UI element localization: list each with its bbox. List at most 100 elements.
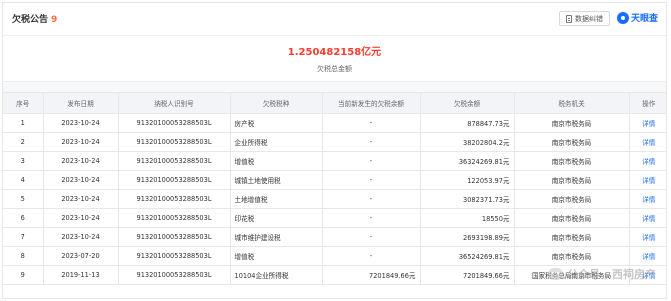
cell-tax-type: 城市维护建设税 xyxy=(230,227,323,247)
cell-new-balance: - xyxy=(322,208,421,228)
cell-no: 4 xyxy=(3,170,44,190)
cell-no: 3 xyxy=(3,151,44,171)
cell-date: 2023-10-24 xyxy=(43,170,119,190)
col-header-balance: 欠税余额 xyxy=(420,93,515,114)
cell-tax-id: 91320100053288503L xyxy=(118,113,231,133)
table-row: 8 2023-07-20 91320100053288503L 增值税 -3652426… xyxy=(3,246,666,266)
cell-new-balance: - xyxy=(322,151,421,171)
brand-logo: 天眼查 xyxy=(616,11,658,24)
eye-icon xyxy=(616,11,629,24)
cell-tax-id: 91320100053288503L xyxy=(118,170,231,190)
panel-title-text: 欠税公告 xyxy=(12,15,49,25)
table-row: 1 2023-10-24 91320100053288503L 房产税 -878847.… xyxy=(3,113,666,133)
cell-tax-id: 91320100053288503L xyxy=(118,132,231,152)
cell-tax-id: 91320100053288503L xyxy=(118,151,231,171)
cell-no: 7 xyxy=(3,227,44,247)
cell-tax-id: 91320100053288503L xyxy=(118,246,231,266)
cell-balance: 122053.97元 xyxy=(420,170,515,190)
cell-new-balance: 7201849.66元 xyxy=(322,265,421,285)
cell-date: 2019-11-13 xyxy=(43,265,119,285)
cell-balance: 2693198.89元 xyxy=(420,227,515,247)
cell-no: 5 xyxy=(3,189,44,209)
cell-tax-type: 印花税 xyxy=(230,208,323,228)
col-header-tax-type: 欠税税种 xyxy=(230,93,323,114)
cell-tax-id: 91320100053288503L xyxy=(118,189,231,209)
col-header-authority: 税务机关 xyxy=(514,93,630,114)
table-row: 5 2023-10-24 91320100053288503L 土地增值税 -30823… xyxy=(3,189,666,209)
table-row: 6 2023-10-24 91320100053288503L 印花税 -18550元南… xyxy=(3,208,666,228)
cell-no: 9 xyxy=(3,265,44,285)
total-amount-label: 欠税总金额 xyxy=(317,65,352,73)
cell-no: 2 xyxy=(3,132,44,152)
cell-tax-id: 91320100053288503L xyxy=(118,265,231,285)
cell-balance: 36524269.81元 xyxy=(420,246,515,266)
cell-tax-type: 城镇土地使用税 xyxy=(230,170,323,190)
cell-new-balance: - xyxy=(322,227,421,247)
summary-section: 1.250482158亿元 欠税总金额 xyxy=(3,36,666,82)
total-amount: 1.250482158亿元 xyxy=(287,47,382,58)
divider-band xyxy=(3,82,666,93)
cell-balance: 878847.73元 xyxy=(420,113,515,133)
table-row: 7 2023-10-24 91320100053288503L 城市维护建设税 -269… xyxy=(3,227,666,247)
col-header-tax-id: 纳税人识别号 xyxy=(118,93,231,114)
panel-header: 欠税公告 9 数据纠错 天眼查 xyxy=(3,3,666,36)
cell-balance: 18550元 xyxy=(420,208,515,228)
detail-link[interactable]: 详情 xyxy=(629,151,666,171)
col-header-no: 序号 xyxy=(3,93,44,114)
cell-tax-type: 企业所得税 xyxy=(230,132,323,152)
detail-link[interactable]: 详情 xyxy=(629,113,666,133)
detail-link[interactable]: 详情 xyxy=(629,227,666,247)
detail-link[interactable]: 详情 xyxy=(629,132,666,152)
cell-no: 8 xyxy=(3,246,44,266)
table-row: 9 2019-11-13 91320100053288503L 10104企业所得税 7… xyxy=(3,265,666,285)
cell-authority: 南京市税务局 xyxy=(514,246,630,266)
report-error-button[interactable]: 数据纠错 xyxy=(559,11,610,26)
document-icon xyxy=(566,14,572,23)
cell-balance: 38202804.2元 xyxy=(420,132,515,152)
detail-link[interactable]: 详情 xyxy=(629,189,666,209)
cell-tax-type: 增值税 xyxy=(230,246,323,266)
cell-new-balance: - xyxy=(322,132,421,152)
col-header-date: 发布日期 xyxy=(43,93,119,114)
brand-name: 天眼查 xyxy=(630,14,658,24)
detail-link[interactable]: 详情 xyxy=(629,246,666,266)
cell-tax-id: 91320100053288503L xyxy=(118,227,231,247)
cell-new-balance: - xyxy=(322,246,421,266)
cell-date: 2023-10-24 xyxy=(43,151,119,171)
cell-authority: 南京市税务局 xyxy=(514,151,630,171)
cell-new-balance: - xyxy=(322,189,421,209)
cell-authority: 南京市税务局 xyxy=(514,113,630,133)
cell-no: 6 xyxy=(3,208,44,228)
cell-date: 2023-10-24 xyxy=(43,208,119,228)
cell-balance: 7201849.66元 xyxy=(420,265,515,285)
cell-date: 2023-10-24 xyxy=(43,132,119,152)
cell-authority: 南京市税务局 xyxy=(514,132,630,152)
cell-tax-type: 增值税 xyxy=(230,151,323,171)
table-header-row: 序号 发布日期 纳税人识别号 欠税税种 当前新发生的欠税余额 欠税余额 税务机关… xyxy=(3,93,666,114)
table-row: 3 2023-10-24 91320100053288503L 增值税 -3632426… xyxy=(3,151,666,171)
cell-authority: 南京市税务局 xyxy=(514,227,630,247)
cell-date: 2023-10-24 xyxy=(43,189,119,209)
cell-date: 2023-07-20 xyxy=(43,246,119,266)
record-count: 9 xyxy=(51,15,58,25)
col-header-action: 操作 xyxy=(629,93,666,114)
detail-link[interactable]: 详情 xyxy=(629,170,666,190)
cell-new-balance: - xyxy=(322,170,421,190)
detail-link[interactable]: 详情 xyxy=(629,208,666,228)
col-header-new-balance: 当前新发生的欠税余额 xyxy=(322,93,421,114)
detail-link[interactable]: 详情 xyxy=(629,265,666,285)
cell-authority: 南京市税务局 xyxy=(514,189,630,209)
cell-authority: 南京市税务局 xyxy=(514,170,630,190)
cell-tax-type: 房产税 xyxy=(230,113,323,133)
report-error-label: 数据纠错 xyxy=(575,14,603,23)
cell-authority: 国家税务总局南京市税务局 xyxy=(514,265,630,285)
cell-tax-type: 土地增值税 xyxy=(230,189,323,209)
cell-tax-type: 10104企业所得税 xyxy=(230,265,323,285)
cell-no: 1 xyxy=(3,113,44,133)
cell-balance: 36324269.81元 xyxy=(420,151,515,171)
tax-arrears-panel: 欠税公告 9 数据纠错 天眼查 1.250482158亿元 欠税总金额 序号 发布… xyxy=(2,2,667,299)
tax-table: 序号 发布日期 纳税人识别号 欠税税种 当前新发生的欠税余额 欠税余额 税务机关… xyxy=(3,93,666,285)
panel-title: 欠税公告 9 xyxy=(12,12,57,25)
cell-new-balance: - xyxy=(322,113,421,133)
cell-date: 2023-10-24 xyxy=(43,113,119,133)
